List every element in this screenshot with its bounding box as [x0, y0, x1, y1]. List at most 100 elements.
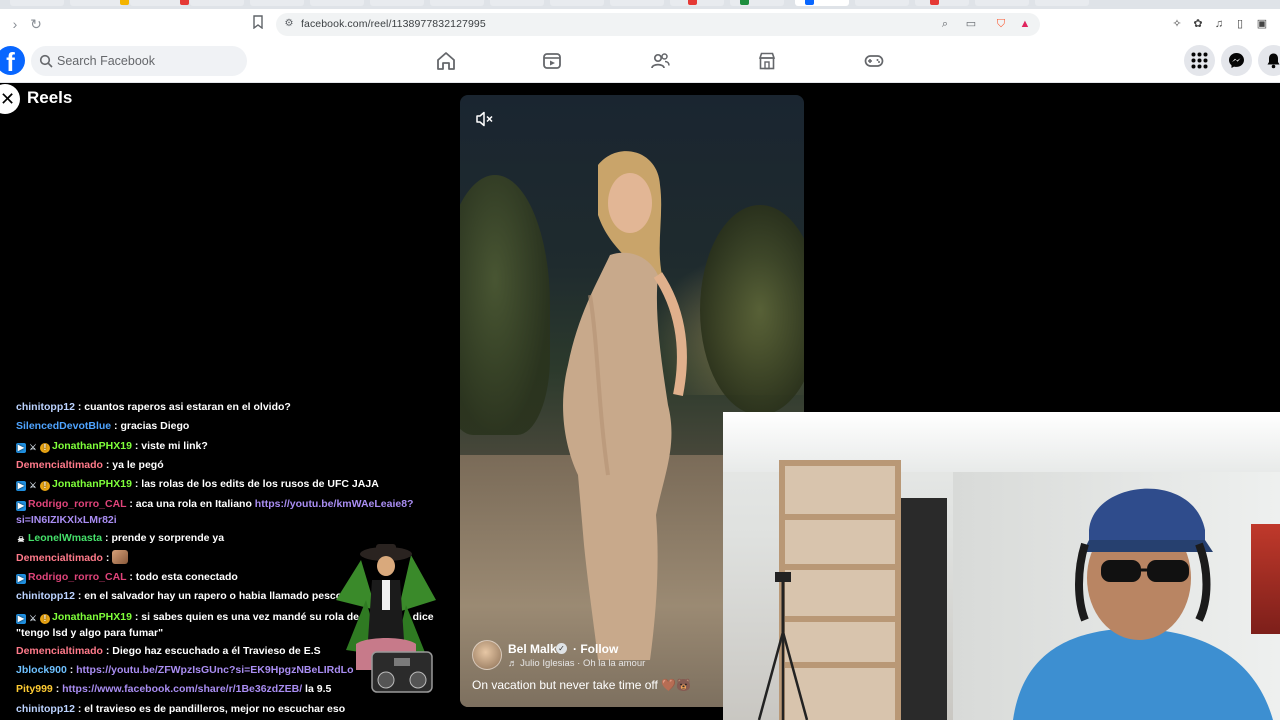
tab-favicon-icon	[740, 0, 749, 5]
chat-username[interactable]: JonathanPHX19	[52, 478, 132, 490]
extension-icon[interactable]: ✧	[1170, 17, 1184, 31]
chat-username[interactable]: Demencialtimado	[16, 459, 103, 471]
sidebar-icon[interactable]: ▯	[1233, 17, 1247, 31]
facebook-logo[interactable]: f	[0, 46, 25, 75]
chat-username[interactable]: chinitopp12	[16, 590, 75, 602]
friends-icon[interactable]	[649, 50, 671, 72]
browser-tab[interactable]	[975, 0, 1029, 6]
music-label[interactable]: ♬ Julio Iglesias · Oh la la amour	[508, 658, 645, 669]
chat-username[interactable]: chinitopp12	[16, 703, 75, 715]
browser-tab[interactable]	[190, 0, 244, 6]
chat-message: SilencedDevotBlue : gracias Diego	[16, 417, 436, 436]
chat-username[interactable]: SilencedDevotBlue	[16, 420, 111, 432]
chat-message: Demencialtimado : ya le pegó	[16, 456, 436, 475]
chat-message: ▶ Rodrigo_rorro_CAL : aca una rola en Ita…	[16, 494, 436, 529]
marketplace-icon[interactable]	[756, 50, 778, 72]
browser-tab[interactable]	[915, 0, 969, 6]
messenger-button[interactable]	[1221, 45, 1252, 76]
browser-tab[interactable]	[250, 0, 304, 6]
search-box[interactable]	[31, 46, 247, 76]
browser-tab[interactable]	[670, 0, 724, 6]
author-avatar[interactable]	[472, 640, 502, 670]
chat-link[interactable]: https://www.facebook.com/share/r/1Be36zd…	[62, 683, 302, 695]
reels-title: Reels	[27, 88, 73, 107]
chat-username[interactable]: Pity999	[16, 683, 53, 695]
sword-badge-icon: ⚔	[29, 442, 37, 452]
chat-username[interactable]: LeonelWmasta	[28, 532, 102, 544]
chat-text: : aca una rola en Italiano	[126, 498, 255, 511]
bookmark-icon[interactable]	[249, 15, 267, 33]
tab-favicon-icon	[688, 0, 697, 5]
chat-username[interactable]: Demencialtimado	[16, 645, 103, 657]
chat-text: : gracias Diego	[111, 420, 190, 433]
streamer-figure	[1013, 488, 1273, 720]
chat-text: :	[66, 663, 77, 676]
search-input[interactable]	[57, 46, 243, 76]
menu-grid-icon	[1191, 52, 1208, 69]
browser-tab[interactable]	[730, 0, 784, 6]
browser-tab[interactable]	[70, 0, 124, 6]
media-icon[interactable]: ♫	[1212, 17, 1226, 31]
chat-message: ▶ ⚔! JonathanPHX19 : las rolas de los edit…	[16, 475, 436, 494]
verified-badge-icon: ✓	[556, 643, 567, 654]
author-name[interactable]: Bel Malk	[508, 642, 557, 656]
chat-text: : Diego haz escuchado a él Travieso de E…	[102, 644, 321, 657]
cast-icon[interactable]: ▭	[964, 17, 978, 31]
chat-text: :	[52, 683, 63, 696]
browser-tab[interactable]	[430, 0, 484, 6]
tripod-figure	[757, 572, 809, 720]
brave-shield-icon[interactable]: ⛉	[994, 17, 1008, 31]
mariachi-sticker	[336, 544, 436, 693]
close-reels-button[interactable]: ✕	[0, 84, 20, 114]
tab-favicon-icon	[180, 0, 189, 5]
palm-tree-left	[460, 175, 550, 435]
browser-tab[interactable]	[370, 0, 424, 6]
sub-badge-icon: !	[40, 613, 50, 624]
browser-tab[interactable]	[310, 0, 364, 6]
browser-tab[interactable]	[10, 0, 64, 6]
chat-username[interactable]: chinitopp12	[16, 401, 75, 413]
mute-icon[interactable]	[474, 109, 494, 129]
search-icon	[39, 54, 53, 68]
browser-tab[interactable]	[130, 0, 184, 6]
chat-username[interactable]: Jblock900	[16, 664, 67, 676]
chat-text: : todo esta conectado	[126, 571, 238, 584]
badge-icon: ▶	[16, 613, 26, 624]
browser-tab[interactable]	[855, 0, 909, 6]
chat-text: : prende y sorprende ya	[102, 532, 225, 545]
browser-tab[interactable]	[490, 0, 544, 6]
wallet-icon[interactable]: ▣	[1255, 17, 1269, 31]
video-icon[interactable]	[541, 50, 563, 72]
notifications-button[interactable]	[1258, 45, 1280, 76]
zoom-icon[interactable]: ⌕	[938, 17, 952, 31]
chat-username[interactable]: JonathanPHX19	[52, 440, 132, 452]
browser-tab[interactable]	[1035, 0, 1089, 6]
browser-tab-strip	[0, 0, 1280, 9]
browser-tab-active[interactable]	[795, 0, 849, 6]
chat-username[interactable]: Rodrigo_rorro_CAL	[28, 498, 126, 510]
reload-icon[interactable]: ↻	[27, 15, 45, 33]
chat-username[interactable]: Demencialtimado	[16, 552, 103, 564]
gaming-icon[interactable]	[863, 50, 885, 72]
browser-tab[interactable]	[550, 0, 604, 6]
chat-username[interactable]: Rodrigo_rorro_CAL	[28, 571, 126, 583]
woman-figure	[563, 151, 687, 660]
chat-text: : en el salvador hay un rapero o habia l…	[74, 590, 366, 603]
address-bar[interactable]: ⚙ facebook.com/reel/1138977832127995 ⌕ ▭…	[276, 13, 1040, 36]
menu-button[interactable]	[1184, 45, 1215, 76]
chat-link[interactable]: https://youtu.be/ZFWpzIsGUnc?si=EK9HpgzN…	[76, 664, 353, 676]
streamer-webcam	[723, 412, 1280, 720]
brave-rewards-icon[interactable]: ▲	[1018, 17, 1032, 31]
site-info-icon[interactable]: ⚙	[283, 18, 295, 30]
follow-button[interactable]: · Follow	[573, 642, 618, 656]
chat-message: ▶ ⚔! JonathanPHX19 : viste mi link?	[16, 437, 436, 456]
chat-username[interactable]: JonathanPHX19	[52, 611, 132, 623]
chat-text: : viste mi link?	[131, 439, 208, 452]
browser-tab[interactable]	[610, 0, 664, 6]
home-icon[interactable]	[435, 50, 457, 72]
puzzle-icon[interactable]: ✿	[1191, 17, 1205, 31]
url-text[interactable]: facebook.com/reel/1138977832127995	[301, 18, 486, 30]
forward-icon[interactable]: ›	[6, 15, 24, 33]
reel-caption: On vacation but never take time off 🤎🐻	[472, 678, 692, 692]
badge-icon: ▶	[16, 442, 26, 453]
